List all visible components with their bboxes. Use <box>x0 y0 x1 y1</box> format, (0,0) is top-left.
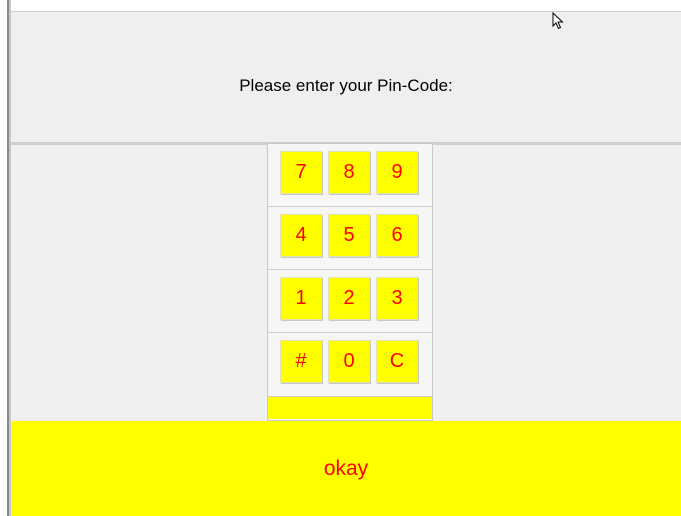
keypad-row: 1 2 3 <box>268 270 432 333</box>
key-7-button[interactable]: 7 <box>280 151 322 194</box>
okay-button[interactable]: okay <box>11 421 681 516</box>
key-hash-button[interactable]: # <box>280 340 322 383</box>
pin-prompt-text: Please enter your Pin-Code: <box>239 76 453 95</box>
key-8-button[interactable]: 8 <box>328 151 370 194</box>
key-0-button[interactable]: 0 <box>328 340 370 383</box>
key-6-button[interactable]: 6 <box>376 214 418 257</box>
keypad-row: # 0 C <box>268 333 432 396</box>
key-9-button[interactable]: 9 <box>376 151 418 194</box>
keypad-area: 7 8 9 4 5 6 1 2 3 # 0 C <box>11 143 681 421</box>
mouse-pointer-icon <box>552 12 564 30</box>
key-5-button[interactable]: 5 <box>328 214 370 257</box>
key-1-button[interactable]: 1 <box>280 277 322 320</box>
keypad-row: 7 8 9 <box>268 144 432 207</box>
pin-display-field[interactable] <box>268 396 432 419</box>
key-2-button[interactable]: 2 <box>328 277 370 320</box>
key-clear-button[interactable]: C <box>376 340 418 383</box>
keypad-row: 4 5 6 <box>268 207 432 270</box>
key-4-button[interactable]: 4 <box>280 214 322 257</box>
key-3-button[interactable]: 3 <box>376 277 418 320</box>
keypad: 7 8 9 4 5 6 1 2 3 # 0 C <box>267 143 433 421</box>
prompt-header: Please enter your Pin-Code: <box>11 11 681 142</box>
